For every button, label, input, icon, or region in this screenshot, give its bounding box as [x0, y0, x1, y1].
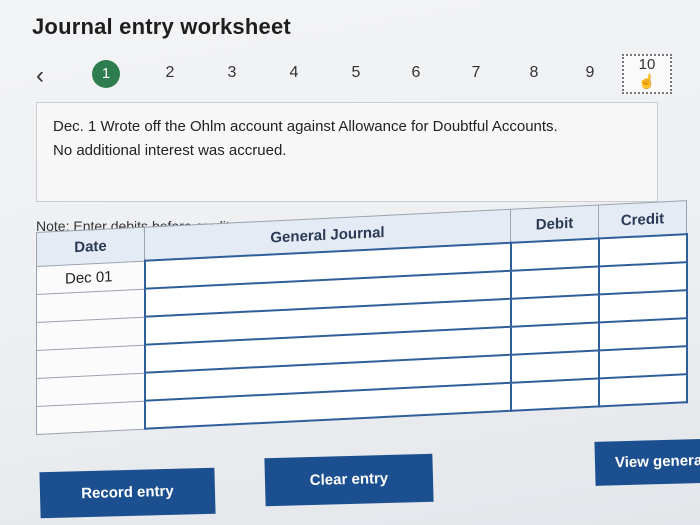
- debit-input[interactable]: [510, 266, 599, 299]
- step-10[interactable]: 10 ☝: [622, 54, 672, 94]
- description-line-2: No additional interest was accrued.: [53, 142, 287, 159]
- step-2[interactable]: 2: [158, 64, 182, 82]
- credit-input[interactable]: [598, 290, 687, 323]
- journal-table: Date General Journal Debit Credit Dec 01: [36, 200, 687, 454]
- step-9[interactable]: 9: [578, 64, 602, 82]
- clear-entry-button[interactable]: Clear entry: [264, 453, 434, 507]
- debit-input[interactable]: [510, 378, 599, 411]
- chevron-left-icon[interactable]: ‹: [36, 64, 44, 88]
- debit-input[interactable]: [510, 294, 599, 327]
- column-header-debit: Debit: [510, 204, 599, 243]
- debit-input[interactable]: [510, 350, 599, 383]
- view-general-journal-button[interactable]: View general: [594, 438, 700, 486]
- credit-input[interactable]: [598, 318, 687, 351]
- date-cell[interactable]: [36, 400, 145, 434]
- step-8[interactable]: 8: [522, 64, 546, 82]
- debit-input[interactable]: [510, 238, 599, 271]
- step-5[interactable]: 5: [344, 64, 368, 82]
- step-10-label: 10: [638, 56, 656, 73]
- step-7[interactable]: 7: [464, 64, 488, 82]
- credit-input[interactable]: [598, 374, 687, 407]
- description-text: Dec. 1 Wrote off the Ohlm account agains…: [53, 115, 653, 163]
- column-header-credit: Credit: [598, 200, 687, 239]
- step-3[interactable]: 3: [220, 64, 244, 82]
- journal-entry-worksheet: Journal entry worksheet ‹ 1 2 3 4 5 6 7 …: [0, 0, 700, 525]
- transaction-description: Dec. 1 Wrote off the Ohlm account agains…: [36, 102, 658, 202]
- step-4[interactable]: 4: [282, 64, 306, 82]
- credit-input[interactable]: [598, 262, 687, 295]
- description-line-1: Dec. 1 Wrote off the Ohlm account agains…: [53, 118, 558, 135]
- hand-cursor-icon: ☝: [638, 73, 656, 89]
- page-title: Journal entry worksheet: [32, 14, 291, 39]
- credit-input[interactable]: [598, 346, 687, 379]
- record-entry-button[interactable]: Record entry: [39, 467, 216, 519]
- column-header-date: Date: [36, 227, 145, 266]
- step-1[interactable]: 1: [92, 60, 120, 88]
- debit-input[interactable]: [510, 322, 599, 355]
- step-navigator: ‹ 1 2 3 4 5 6 7 8 9 10 ☝: [30, 54, 690, 98]
- credit-input[interactable]: [598, 234, 687, 267]
- step-6[interactable]: 6: [404, 64, 428, 82]
